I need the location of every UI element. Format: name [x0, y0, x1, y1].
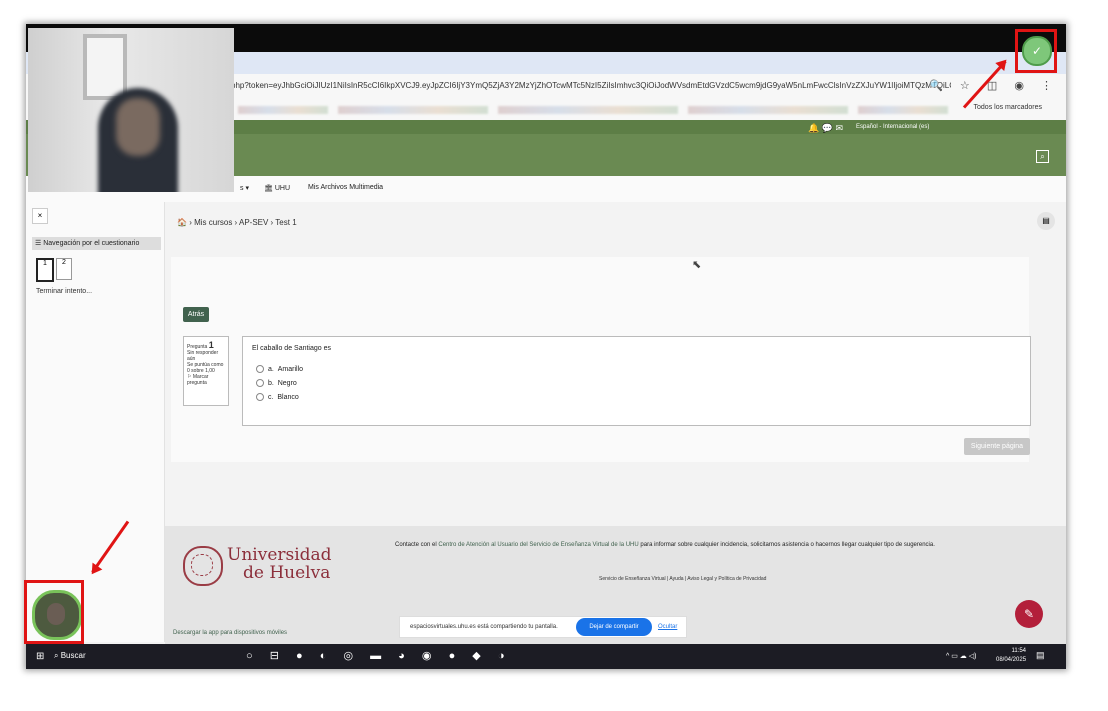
- media-icon[interactable]: ◐: [320, 650, 327, 662]
- option-c[interactable]: c. Blanco: [256, 393, 299, 401]
- highlight-box-bubble: [24, 580, 84, 644]
- next-page-button[interactable]: Siguiente página: [964, 438, 1030, 455]
- screen-share-bar: espaciosvirtuales.uhu.es está compartien…: [399, 616, 687, 638]
- clock-date: 08/04/2025: [996, 657, 1027, 663]
- all-bookmarks-label[interactable]: Todos los marcadores: [974, 104, 1042, 111]
- webcam-preview: [28, 28, 234, 192]
- option-a[interactable]: a. Amarillo: [256, 365, 303, 373]
- option-text: Negro: [277, 379, 297, 387]
- edge-icon[interactable]: ◕: [398, 650, 405, 662]
- hide-share-bar-link[interactable]: Ocultar: [658, 617, 677, 637]
- blurred-bookmark: [858, 106, 948, 114]
- windows-taskbar: ⊞ ⌕ Buscar ○ ⊟ ● ◐ ◎ ▬ ◕ ◉ ● ◆ ◑ ^ ▭ ☁ ◁…: [26, 644, 1066, 669]
- mail-icon[interactable]: ✉: [835, 123, 843, 133]
- nav-uhu-label: UHU: [274, 185, 291, 192]
- quiz-navigation-title: ☰ Navegación por el cuestionario: [32, 237, 161, 250]
- home-icon[interactable]: 🏠: [177, 218, 187, 227]
- option-b[interactable]: b. Negro: [256, 379, 297, 387]
- option-letter: c.: [268, 393, 274, 401]
- question-score: Se puntúa como 0 sobre 1,00: [187, 362, 224, 374]
- notification-icon[interactable]: ▤: [1036, 650, 1045, 661]
- nav-item-media[interactable]: Mis Archivos Multimedia: [308, 184, 383, 191]
- nav-item-uhu[interactable]: 🏛 UHU: [264, 184, 290, 192]
- radio-icon[interactable]: [256, 379, 264, 387]
- question-content: El caballo de Santiago es a. Amarillo b.…: [242, 336, 1031, 426]
- finish-attempt-link[interactable]: Terminar intento...: [36, 288, 92, 295]
- taskbar-apps: ○ ⊟ ● ◐ ◎ ▬ ◕ ◉ ● ◆ ◑: [246, 649, 518, 662]
- app-icon[interactable]: ◆: [472, 650, 480, 662]
- highlight-box-shield: [1015, 29, 1057, 73]
- mobile-app-link[interactable]: Descargar la app para dispositivos móvil…: [173, 630, 287, 636]
- breadcrumb-text[interactable]: › Mis cursos › AP-SEV › Test 1: [189, 218, 296, 227]
- radio-icon[interactable]: [256, 393, 264, 401]
- task-view-icon[interactable]: ○: [246, 650, 253, 662]
- nav-dropdown-chevron-icon[interactable]: s ▾: [240, 184, 249, 192]
- clock-time: 11:54: [1011, 648, 1027, 654]
- back-button[interactable]: Atrás: [183, 307, 209, 322]
- close-drawer-button[interactable]: ×: [32, 208, 48, 224]
- spotify-icon[interactable]: ●: [449, 650, 456, 662]
- option-letter: b.: [268, 379, 274, 387]
- university-name-line1: Universidad: [227, 545, 332, 565]
- share-message: espaciosvirtuales.uhu.es está compartien…: [410, 624, 558, 630]
- contact-post: para informar sobre cualquier incidencia…: [640, 542, 935, 548]
- blurred-bookmark: [688, 106, 848, 114]
- menu-icon[interactable]: ⋮: [1041, 80, 1052, 92]
- block-drawer-button[interactable]: ▤: [1037, 212, 1055, 230]
- main-content: 🏠 › Mis cursos › AP-SEV › Test 1 ▤ ⬉ Atr…: [165, 202, 1066, 552]
- chat-bubble-icon[interactable]: ✎: [1015, 600, 1043, 628]
- webcam-window: [83, 34, 127, 100]
- blurred-bookmark: [238, 106, 328, 114]
- university-name: Universidad de Huelva: [227, 546, 332, 582]
- bell-icon[interactable]: 🔔: [808, 123, 819, 133]
- zoom-icon[interactable]: 🔍: [929, 80, 943, 92]
- option-text: Amarillo: [277, 365, 304, 373]
- taskbar-clock[interactable]: 11:54 08/04/2025: [996, 647, 1026, 665]
- taskbar-search-label: Buscar: [60, 651, 86, 660]
- option-text: Blanco: [277, 393, 299, 401]
- browser-icon[interactable]: ◑: [498, 650, 505, 662]
- stop-sharing-button[interactable]: Dejar de compartir: [576, 618, 652, 636]
- firefox-icon[interactable]: ●: [296, 650, 303, 662]
- chat-icon[interactable]: 💬: [822, 123, 833, 133]
- profile-icon[interactable]: ◉: [1014, 80, 1024, 92]
- blurred-bookmark: [338, 106, 488, 114]
- taskbar-search[interactable]: ⌕ Buscar: [54, 651, 86, 661]
- blurred-bookmark: [498, 106, 678, 114]
- footer-links[interactable]: Servicio de Enseñanza Virtual | Ayuda | …: [599, 576, 766, 582]
- compass-icon[interactable]: ◉: [422, 650, 432, 662]
- support-center-link[interactable]: Centro de Atención al Usuario del Servic…: [438, 542, 638, 548]
- flag-question-text: Marcar pregunta: [187, 374, 209, 386]
- question-status: Sin responder aún: [187, 350, 219, 362]
- star-icon[interactable]: ☆: [960, 80, 970, 92]
- contact-text: Contacte con el Centro de Atención al Us…: [395, 542, 935, 548]
- file-explorer-icon[interactable]: ▬: [370, 650, 381, 662]
- breadcrumb: 🏠 › Mis cursos › AP-SEV › Test 1: [177, 218, 297, 227]
- header-icons: 🔔 💬 ✉: [808, 123, 843, 134]
- search-icon[interactable]: ⌕: [1036, 150, 1049, 163]
- contact-pre: Contacte con el: [395, 542, 437, 548]
- question-nav-2[interactable]: 2: [56, 258, 72, 280]
- flag-question-link[interactable]: ⚐ Marcar pregunta: [187, 374, 225, 386]
- language-selector[interactable]: Español - Internacional (es): [856, 124, 929, 130]
- screen-recording: php?token=eyJhbGciOiJIUzI1NiIsInR5cCI6Ik…: [26, 24, 1066, 669]
- quiz-navigation-title-text: Navegación por el cuestionario: [43, 240, 140, 247]
- question-number: 1: [208, 340, 214, 350]
- system-tray-icons[interactable]: ^ ▭ ☁ ◁): [946, 652, 976, 660]
- question-nav-1[interactable]: 1: [36, 258, 54, 282]
- radio-icon[interactable]: [256, 365, 264, 373]
- mouse-cursor-icon: ⬉: [692, 259, 702, 271]
- windows-start-icon[interactable]: ⊞: [36, 651, 44, 662]
- chrome-icon[interactable]: ◎: [343, 650, 353, 662]
- university-seal-icon: [183, 546, 223, 586]
- webcam-person-head: [116, 98, 160, 156]
- url-text[interactable]: php?token=eyJhbGciOiJIUzI1NiIsInR5cCI6Ik…: [231, 81, 951, 90]
- question-text: El caballo de Santiago es: [252, 345, 331, 352]
- university-name-line2: de Huelva: [243, 563, 331, 583]
- question-info: Pregunta 1 Sin responder aún Se puntúa c…: [183, 336, 229, 406]
- widgets-icon[interactable]: ⊟: [270, 650, 279, 662]
- option-letter: a.: [268, 365, 274, 373]
